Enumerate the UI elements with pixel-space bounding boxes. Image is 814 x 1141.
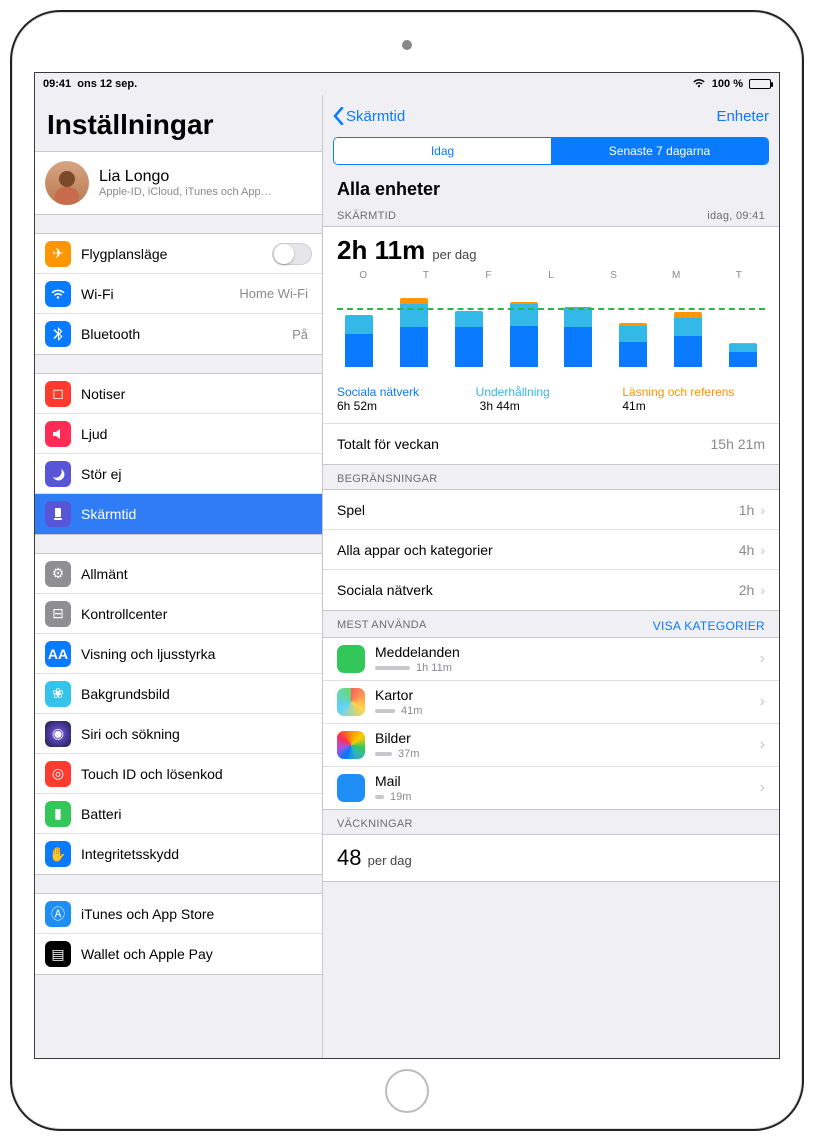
- profile-row[interactable]: Lia Longo Apple-ID, iCloud, iTunes och A…: [35, 152, 322, 214]
- wifi-settings-icon: [45, 281, 71, 307]
- status-date: ons 12 sep.: [77, 78, 137, 90]
- screentime-chart: [337, 281, 765, 371]
- app-row[interactable]: Meddelanden1h 11m›: [323, 638, 779, 681]
- app-icon: [337, 774, 365, 802]
- wifi-value: Home Wi-Fi: [239, 286, 308, 301]
- app-row[interactable]: Mail19m›: [323, 767, 779, 809]
- settings-sidebar: Inställningar Lia Longo Apple-ID, iCloud…: [35, 95, 323, 1058]
- screentime-header: SKÄRMTID: [337, 210, 396, 222]
- sidebar-item-allmant[interactable]: ⚙Allmänt: [35, 554, 322, 594]
- chevron-right-icon: ›: [760, 693, 765, 711]
- chevron-right-icon: ›: [760, 650, 765, 668]
- devices-button[interactable]: Enheter: [716, 108, 769, 125]
- total-row: Totalt för veckan 15h 21m: [323, 424, 779, 464]
- sidebar-item-integritet[interactable]: ✋Integritetsskydd: [35, 834, 322, 874]
- seg-week[interactable]: Senaste 7 dagarna: [551, 138, 768, 164]
- chevron-right-icon: ›: [760, 502, 765, 518]
- chevron-right-icon: ›: [760, 542, 765, 558]
- wallet-icon: ▤: [45, 941, 71, 967]
- touchid-icon: ◎: [45, 761, 71, 787]
- detail-pane: Skärmtid Enheter Idag Senaste 7 dagarna …: [323, 95, 779, 1058]
- avatar: [45, 161, 89, 205]
- sidebar-item-visning[interactable]: AAVisning och ljusstyrka: [35, 634, 322, 674]
- sidebar-item-skarmtid[interactable]: Skärmtid: [35, 494, 322, 534]
- sound-icon: [45, 421, 71, 447]
- sidebar-item-dnd[interactable]: Stör ej: [35, 454, 322, 494]
- bt-value: På: [292, 327, 308, 342]
- notifications-icon: ◻: [45, 381, 71, 407]
- sidebar-item-wallet[interactable]: ▤Wallet och Apple Pay: [35, 934, 322, 974]
- mostused-header: MEST ANVÄNDA: [337, 619, 427, 633]
- sidebar-item-bakgrund[interactable]: ❀Bakgrundsbild: [35, 674, 322, 714]
- app-row[interactable]: Kartor41m›: [323, 681, 779, 724]
- sidebar-item-airplane[interactable]: ✈ Flygplansläge: [35, 234, 322, 274]
- chevron-right-icon: ›: [760, 582, 765, 598]
- app-icon: [337, 731, 365, 759]
- airplane-icon: ✈: [45, 241, 71, 267]
- app-icon: [337, 645, 365, 673]
- status-time: 09:41: [43, 78, 71, 90]
- battery-icon: [749, 79, 771, 89]
- sidebar-item-itunes[interactable]: ⒶiTunes och App Store: [35, 894, 322, 934]
- sidebar-item-batteri[interactable]: ▮Batteri: [35, 794, 322, 834]
- sidebar-item-touchid[interactable]: ◎Touch ID och lösenkod: [35, 754, 322, 794]
- limits-header: BEGRÄNSNINGAR: [337, 473, 437, 485]
- sidebar-item-siri[interactable]: ◉Siri och sökning: [35, 714, 322, 754]
- bluetooth-icon: [45, 321, 71, 347]
- sidebar-item-wifi[interactable]: Wi-Fi Home Wi-Fi: [35, 274, 322, 314]
- controlcenter-icon: ⊟: [45, 601, 71, 627]
- limit-row[interactable]: Sociala nätverk2h›: [323, 570, 779, 610]
- wallpaper-icon: ❀: [45, 681, 71, 707]
- chevron-right-icon: ›: [760, 736, 765, 754]
- sidebar-item-bluetooth[interactable]: Bluetooth På: [35, 314, 322, 354]
- screentime-icon: [45, 501, 71, 527]
- sidebar-item-kontroll[interactable]: ⊟Kontrollcenter: [35, 594, 322, 634]
- header-time: idag, 09:41: [707, 210, 765, 222]
- wifi-icon: [692, 77, 706, 91]
- wake-header: VÄCKNINGAR: [337, 818, 413, 830]
- sidebar-title: Inställningar: [35, 95, 322, 151]
- chart-legend: Sociala nätverk6h 52m Underhållning3h 44…: [323, 379, 779, 424]
- apps-card: Meddelanden1h 11m›Kartor41m›Bilder37m›Ma…: [323, 637, 779, 810]
- back-button[interactable]: Skärmtid: [333, 107, 405, 125]
- privacy-icon: ✋: [45, 841, 71, 867]
- limits-card: Spel1h›Alla appar och kategorier4h›Socia…: [323, 489, 779, 611]
- status-bar: 09:41 ons 12 sep. 100 %: [35, 73, 779, 95]
- app-icon: [337, 688, 365, 716]
- seg-today[interactable]: Idag: [334, 138, 551, 164]
- avg-time: 2h 11m per dag: [337, 235, 765, 266]
- app-row[interactable]: Bilder37m›: [323, 724, 779, 767]
- show-categories-link[interactable]: VISA KATEGORIER: [653, 619, 765, 633]
- display-icon: AA: [45, 641, 71, 667]
- device-camera: [402, 40, 412, 50]
- wake-count: 48 per dag: [323, 835, 779, 881]
- appstore-icon: Ⓐ: [45, 901, 71, 927]
- limit-row[interactable]: Spel1h›: [323, 490, 779, 530]
- battery-row-icon: ▮: [45, 801, 71, 827]
- chevron-right-icon: ›: [760, 779, 765, 797]
- dnd-icon: [45, 461, 71, 487]
- screentime-card: 2h 11m per dag OTFLSMT Sociala nätverk6h…: [323, 226, 779, 465]
- limit-row[interactable]: Alla appar och kategorier4h›: [323, 530, 779, 570]
- detail-title: Alla enheter: [323, 173, 779, 202]
- airplane-toggle[interactable]: [272, 243, 312, 265]
- sidebar-item-ljud[interactable]: Ljud: [35, 414, 322, 454]
- battery-pct: 100 %: [712, 78, 743, 90]
- siri-icon: ◉: [45, 721, 71, 747]
- gear-icon: ⚙: [45, 561, 71, 587]
- home-button[interactable]: [385, 1069, 429, 1113]
- chevron-left-icon: [333, 107, 344, 125]
- sidebar-item-notiser[interactable]: ◻ Notiser: [35, 374, 322, 414]
- segmented-control[interactable]: Idag Senaste 7 dagarna: [333, 137, 769, 165]
- profile-sub: Apple-ID, iCloud, iTunes och App…: [99, 186, 272, 198]
- profile-name: Lia Longo: [99, 168, 272, 186]
